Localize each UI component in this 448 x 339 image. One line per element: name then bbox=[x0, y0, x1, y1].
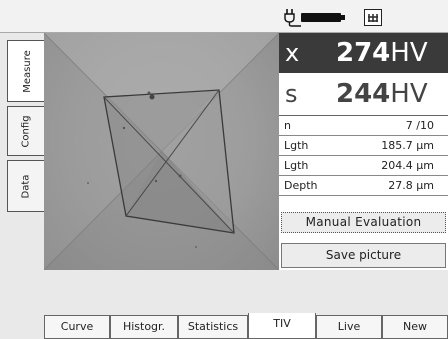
result-row-length-1: Lgth 185.7 µm bbox=[279, 136, 448, 156]
mean-number: 274 bbox=[336, 38, 391, 68]
mean-hardness-row: x 274HV bbox=[279, 33, 448, 73]
std-dev-number: 244 bbox=[336, 79, 391, 109]
manual-evaluation-button[interactable]: Manual Evaluation bbox=[281, 212, 446, 233]
tab-live[interactable]: Live bbox=[316, 315, 382, 339]
keypad-icon[interactable] bbox=[364, 9, 382, 26]
result-key: Lgth bbox=[284, 159, 309, 172]
tab-config-label: Config bbox=[20, 114, 32, 148]
results-panel: x 274HV s 244HV n 7 /10 Lgth 185.7 µm Lg… bbox=[279, 33, 448, 270]
tab-histogram[interactable]: Histogr. bbox=[110, 315, 178, 339]
std-dev-value: 244HV bbox=[336, 79, 428, 109]
result-value: 185.7 µm bbox=[381, 139, 434, 152]
result-key: Depth bbox=[284, 179, 318, 192]
std-dev-label: s bbox=[285, 80, 298, 108]
result-row-length-2: Lgth 204.4 µm bbox=[279, 156, 448, 176]
std-dev-row: s 244HV bbox=[279, 73, 448, 116]
tab-data-label: Data bbox=[20, 174, 32, 198]
tab-measure-label: Measure bbox=[22, 49, 33, 93]
tab-statistics[interactable]: Statistics bbox=[178, 315, 248, 339]
battery-icon bbox=[301, 13, 345, 22]
result-key: n bbox=[284, 119, 291, 132]
mean-unit: HV bbox=[390, 38, 428, 68]
tab-curve[interactable]: Curve bbox=[44, 315, 110, 339]
bottom-tab-bar: Curve Histogr. Statistics TIV Live New bbox=[0, 270, 448, 339]
result-value: 27.8 µm bbox=[388, 179, 434, 192]
status-bar bbox=[0, 0, 448, 33]
indentation-image[interactable] bbox=[44, 33, 279, 270]
tab-data[interactable]: Data bbox=[7, 160, 45, 212]
save-picture-button[interactable]: Save picture bbox=[281, 243, 446, 268]
mean-value: 274HV bbox=[336, 38, 428, 68]
plug-icon bbox=[284, 9, 301, 27]
indentation-drawing bbox=[44, 33, 279, 270]
tab-tiv[interactable]: TIV bbox=[248, 313, 316, 339]
tiv-measurement-screen: Measure Config Data x 274HV s 244HV n 7 … bbox=[0, 0, 448, 339]
std-dev-unit: HV bbox=[390, 79, 428, 109]
result-row-n: n 7 /10 bbox=[279, 116, 448, 136]
tab-config[interactable]: Config bbox=[7, 106, 45, 156]
result-key: Lgth bbox=[284, 139, 309, 152]
tab-new[interactable]: New bbox=[382, 315, 448, 339]
tab-measure[interactable]: Measure bbox=[7, 40, 47, 102]
mean-label: x bbox=[285, 39, 300, 67]
result-row-depth: Depth 27.8 µm bbox=[279, 176, 448, 196]
result-value: 7 /10 bbox=[405, 119, 434, 132]
result-value: 204.4 µm bbox=[381, 159, 434, 172]
